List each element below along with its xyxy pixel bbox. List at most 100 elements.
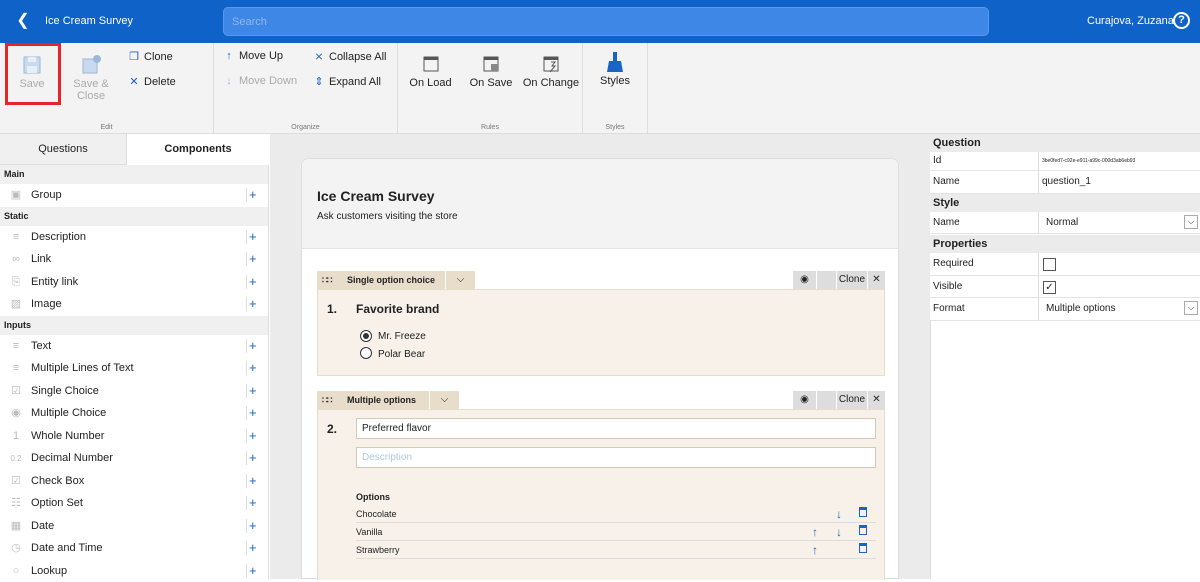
expand-all-button[interactable]: ⇕Expand All xyxy=(313,75,381,88)
component-label: Check Box xyxy=(31,475,84,487)
form-title[interactable]: Ice Cream Survey xyxy=(317,188,435,204)
add-icon[interactable]: + xyxy=(246,384,257,398)
add-icon[interactable]: + xyxy=(246,297,257,311)
back-arrow-icon[interactable]: ❮ xyxy=(14,11,32,31)
add-icon[interactable]: + xyxy=(246,451,257,465)
description-input[interactable]: Description xyxy=(356,447,876,468)
help-icon[interactable]: ? xyxy=(1173,12,1190,29)
add-icon[interactable]: + xyxy=(246,474,257,488)
component-item-image[interactable]: ▨Image+ xyxy=(0,293,268,316)
tab-components[interactable]: Components xyxy=(126,134,269,165)
component-label: Date and Time xyxy=(31,542,103,554)
on-save-button[interactable]: On Save xyxy=(468,53,514,89)
arrow-up-icon[interactable]: ↑ xyxy=(812,523,818,541)
component-item-multiple-lines-of-text[interactable]: ≡Multiple Lines of Text+ xyxy=(0,357,268,380)
component-label: Entity link xyxy=(31,276,78,288)
search-box[interactable] xyxy=(223,7,989,36)
clone-question-button[interactable]: Clone xyxy=(837,391,867,409)
move-down-button[interactable]: ↓Move Down xyxy=(223,75,297,87)
add-icon[interactable]: + xyxy=(246,339,257,353)
component-item-whole-number[interactable]: 1Whole Number+ xyxy=(0,425,268,448)
style-name-select[interactable]: Normal⌵ xyxy=(1038,212,1200,234)
trash-icon[interactable] xyxy=(859,507,867,517)
add-icon[interactable]: + xyxy=(246,275,257,289)
check-icon: ☑ xyxy=(9,385,23,398)
trash-icon[interactable] xyxy=(859,543,867,553)
component-item-decimal-number[interactable]: 0.2Decimal Number+ xyxy=(0,447,268,470)
move-down-label: Move Down xyxy=(239,75,297,87)
radio-icon: ◉ xyxy=(9,407,23,420)
chevron-down-icon[interactable]: ⌵ xyxy=(445,271,475,289)
name-input[interactable]: question_1 xyxy=(1038,171,1200,193)
add-icon[interactable]: + xyxy=(246,496,257,510)
user-name[interactable]: Curajova, Zuzana xyxy=(1087,15,1174,27)
component-item-date-and-time[interactable]: ◷Date and Time+ xyxy=(0,537,268,560)
required-checkbox[interactable] xyxy=(1043,258,1056,271)
move-up-button[interactable]: ↑Move Up xyxy=(223,50,283,62)
component-item-date[interactable]: ▦Date+ xyxy=(0,515,268,538)
question-title[interactable]: Favorite brand xyxy=(356,302,439,316)
add-icon[interactable]: + xyxy=(246,361,257,375)
option-label[interactable]: Strawberry xyxy=(356,545,400,555)
number-icon: 1 xyxy=(9,430,23,443)
eye-icon[interactable]: ◉ xyxy=(793,271,816,289)
add-icon[interactable]: + xyxy=(246,188,257,202)
on-change-button[interactable]: On Change xyxy=(522,53,580,89)
close-icon[interactable]: ✕ xyxy=(868,391,885,409)
delete-icon: ✕ xyxy=(128,75,140,88)
component-item-check-box[interactable]: ☑Check Box+ xyxy=(0,470,268,493)
component-item-entity-link[interactable]: ⎘Entity link+ xyxy=(0,271,268,294)
add-icon[interactable]: + xyxy=(246,230,257,244)
add-icon[interactable]: + xyxy=(246,564,257,578)
question-2-toolbar: ∷∷Multiple options ⌵ ◉ Clone ✕ xyxy=(317,391,885,409)
drag-grip-icon[interactable]: ∷∷ xyxy=(322,391,331,409)
add-icon[interactable]: + xyxy=(246,429,257,443)
on-load-button[interactable]: On Load xyxy=(408,53,453,89)
arrow-up-icon[interactable]: ↑ xyxy=(812,541,818,559)
radio-option-2[interactable] xyxy=(360,347,372,359)
component-item-text[interactable]: ≡Text+ xyxy=(0,335,268,358)
visible-checkbox[interactable]: ✓ xyxy=(1043,281,1056,294)
eye-icon[interactable]: ◉ xyxy=(793,391,816,409)
component-item-description[interactable]: ≡Description+ xyxy=(0,226,268,249)
question-1-toolbar: ∷∷Single option choice ⌵ ◉ Clone ✕ xyxy=(317,271,885,289)
chevron-down-icon[interactable]: ⌵ xyxy=(429,391,459,409)
chevron-down-icon[interactable]: ⌵ xyxy=(1184,301,1198,315)
radio-option-1[interactable] xyxy=(360,330,372,342)
option-label[interactable]: Chocolate xyxy=(356,509,397,519)
tab-questions[interactable]: Questions xyxy=(0,134,126,165)
search-input[interactable] xyxy=(224,8,988,35)
close-icon[interactable]: ✕ xyxy=(868,271,885,289)
component-item-link[interactable]: ∞Link+ xyxy=(0,248,268,271)
add-icon[interactable]: + xyxy=(246,519,257,533)
format-select[interactable]: Multiple options⌵ xyxy=(1038,298,1200,320)
chevron-down-icon[interactable]: ⌵ xyxy=(1184,215,1198,229)
question-title-input[interactable]: Preferred flavor xyxy=(356,418,876,439)
component-item-option-set[interactable]: ☷Option Set+ xyxy=(0,492,268,515)
drag-grip-icon[interactable]: ∷∷ xyxy=(322,271,331,289)
organize-group: ↑Move Up ↓Move Down ⨯Collapse All ⇕Expan… xyxy=(214,43,398,134)
add-icon[interactable]: + xyxy=(246,252,257,266)
collapse-all-button[interactable]: ⨯Collapse All xyxy=(313,50,386,63)
component-item-multiple-choice[interactable]: ◉Multiple Choice+ xyxy=(0,402,268,425)
component-item-single-choice[interactable]: ☑Single Choice+ xyxy=(0,380,268,403)
form-header: Ice Cream Survey Ask customers visiting … xyxy=(302,159,898,249)
question-type-label[interactable]: ∷∷Single option choice xyxy=(317,271,445,289)
trash-icon[interactable] xyxy=(859,525,867,535)
arrow-down-icon[interactable]: ↓ xyxy=(836,523,842,541)
add-icon[interactable]: + xyxy=(246,541,257,555)
top-bar: ❮ Ice Cream Survey Curajova, Zuzana ? xyxy=(0,0,1200,43)
save-close-button[interactable]: Save & Close xyxy=(68,54,114,102)
form-subtitle[interactable]: Ask customers visiting the store xyxy=(317,211,458,222)
styles-button[interactable]: Styles xyxy=(591,51,639,87)
style-name-label: Name xyxy=(933,212,960,234)
clone-button[interactable]: ❐Clone xyxy=(128,50,173,63)
arrow-down-icon[interactable]: ↓ xyxy=(836,505,842,523)
option-label[interactable]: Vanilla xyxy=(356,527,382,537)
question-type-label[interactable]: ∷∷Multiple options xyxy=(317,391,429,409)
component-item-group[interactable]: ▣Group+ xyxy=(0,184,268,207)
on-change-icon xyxy=(540,53,562,75)
add-icon[interactable]: + xyxy=(246,406,257,420)
delete-button[interactable]: ✕Delete xyxy=(128,75,176,88)
clone-question-button[interactable]: Clone xyxy=(837,271,867,289)
